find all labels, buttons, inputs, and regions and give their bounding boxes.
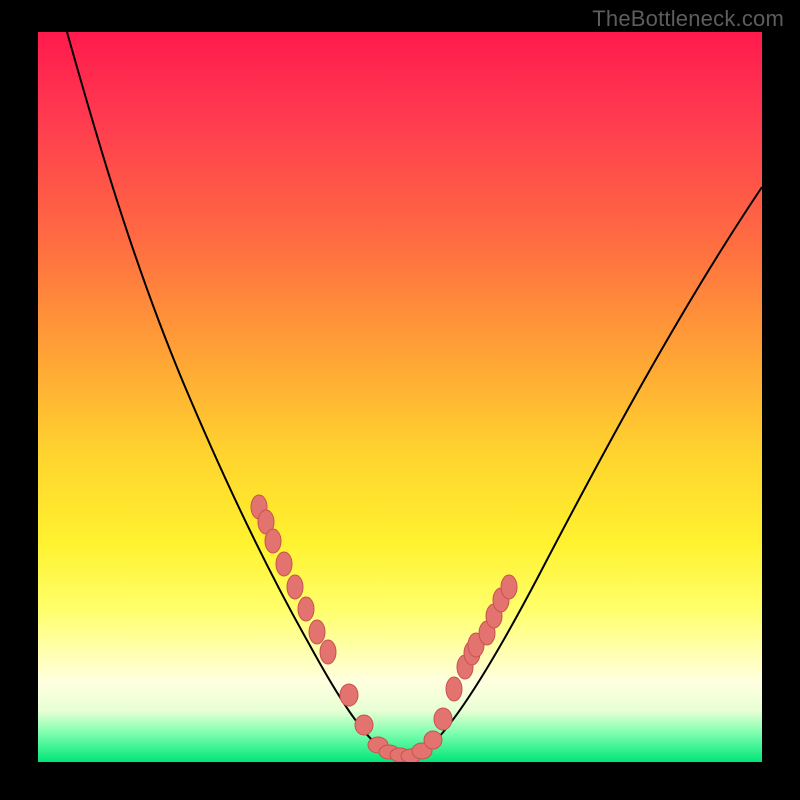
data-marker — [276, 552, 292, 576]
data-marker — [355, 715, 373, 735]
data-marker — [287, 575, 303, 599]
data-marker — [501, 575, 517, 599]
data-marker — [434, 708, 452, 730]
plot-area — [38, 32, 762, 762]
bottleneck-curve — [67, 32, 762, 758]
data-marker — [309, 620, 325, 644]
data-marker — [320, 640, 336, 664]
data-marker — [340, 684, 358, 706]
data-marker — [424, 731, 442, 749]
watermark-text: TheBottleneck.com — [592, 6, 784, 32]
data-marker — [265, 529, 281, 553]
chart-svg — [38, 32, 762, 762]
data-marker — [446, 677, 462, 701]
chart-frame: TheBottleneck.com — [0, 0, 800, 800]
data-marker — [298, 597, 314, 621]
marker-group — [251, 495, 517, 762]
